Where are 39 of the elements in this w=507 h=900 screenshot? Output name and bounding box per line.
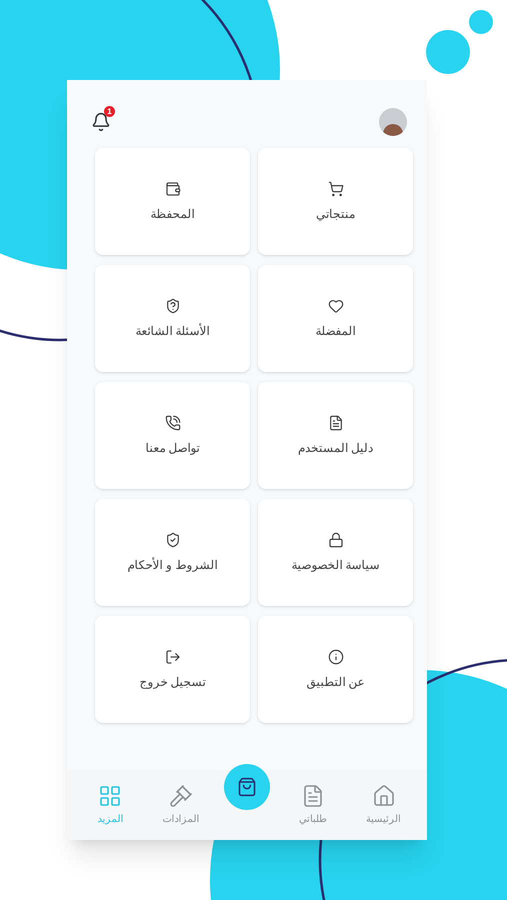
menu-card[interactable]: منتجاتي [258,148,413,255]
menu-card[interactable]: دليل المستخدم [258,382,413,489]
document-icon [328,414,344,430]
shield-check-icon [164,532,180,548]
menu-card[interactable]: الشروط و الأحكام [95,499,250,606]
lock-icon [328,532,344,548]
menu-card[interactable]: تسجيل خروج [95,616,250,723]
menu-card[interactable]: المحفظة [95,148,250,255]
logout-icon [164,648,180,664]
menu-card[interactable]: عن التطبيق [258,616,413,723]
menu-label: تسجيل خروج [139,674,206,690]
bell-icon [91,112,111,132]
avatar[interactable] [379,108,407,136]
gavel-icon [169,784,194,808]
menu-card[interactable]: سياسة الخصوصية [258,499,413,606]
menu-label: تواصل معنا [145,440,200,456]
home-icon [372,784,396,808]
menu-label: المحفظة [150,206,194,222]
menu-label: سياسة الخصوصية [291,556,380,574]
menu-card[interactable]: تواصل معنا [95,382,250,489]
notification-badge: 1 [104,106,115,117]
menu-label: الشروط و الأحكام [128,556,218,574]
phone-icon [164,414,180,430]
shopping-bag-icon [237,777,258,797]
menu-card[interactable]: الأسئلة الشائعة [95,265,250,372]
notification-button[interactable]: 1 [87,108,115,136]
menu-label: المفضلة [316,322,356,340]
info-icon [328,648,344,664]
menu-label: عن التطبيق [306,674,365,690]
menu-label: دليل المستخدم [298,440,374,456]
heart-icon [328,298,344,314]
menu-label: الأسئلة الشائعة [135,322,210,340]
center-action-button[interactable] [224,764,270,810]
menu-card[interactable]: المفضلة [258,265,413,372]
wallet-icon [164,180,180,196]
grid-icon [98,784,122,808]
cart-icon [328,180,344,196]
menu-label: منتجاتي [316,206,355,222]
shield-question-icon [164,298,180,314]
